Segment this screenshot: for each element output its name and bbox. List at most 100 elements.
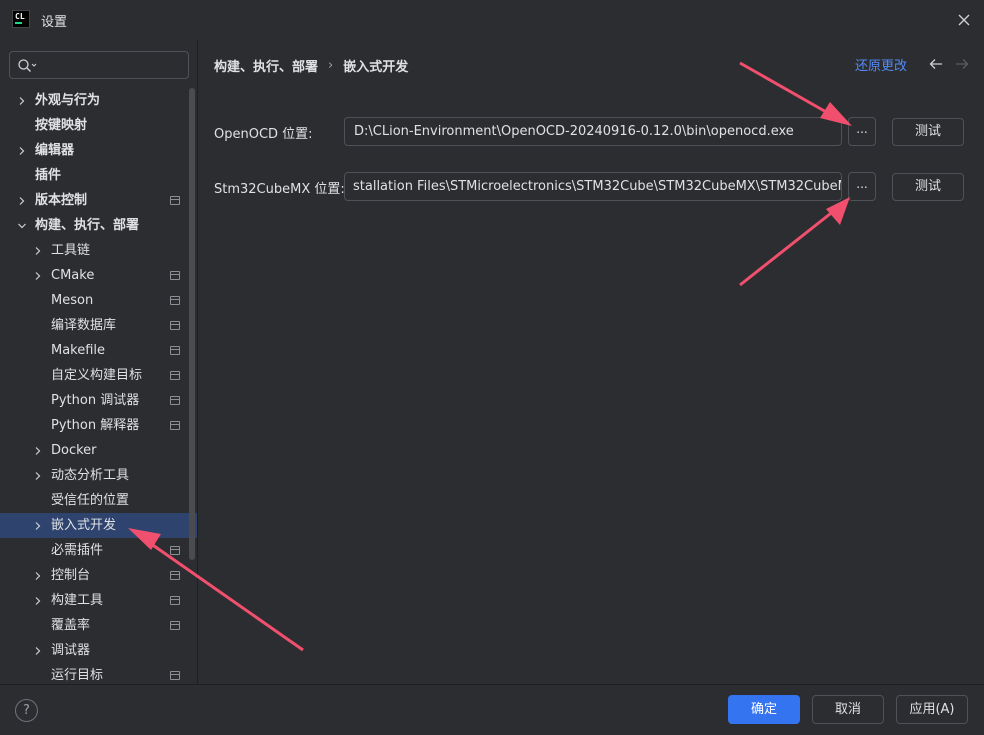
stm32cubemx-browse-button[interactable]: ... xyxy=(848,172,876,201)
chevron-right-icon[interactable] xyxy=(33,521,43,531)
chevron-right-icon[interactable] xyxy=(33,246,43,256)
sidebar-item-label: 编译数据库 xyxy=(51,318,117,333)
chevron-right-icon[interactable] xyxy=(17,96,27,106)
sidebar-item-label: 编辑器 xyxy=(35,143,75,158)
sidebar-item-label: 控制台 xyxy=(51,568,91,583)
sidebar-item-6[interactable]: 工具链 xyxy=(0,238,188,263)
openocd-test-button[interactable]: 测试 xyxy=(892,118,964,146)
sidebar-item-20[interactable]: 构建工具 xyxy=(0,588,188,613)
sidebar-item-16[interactable]: 受信任的位置 xyxy=(0,488,188,513)
stm32cubemx-test-button[interactable]: 测试 xyxy=(892,173,964,201)
help-button[interactable]: ? xyxy=(15,699,38,722)
sidebar-item-18[interactable]: 必需插件 xyxy=(0,538,188,563)
breadcrumb: 构建、执行、部署 › 嵌入式开发 xyxy=(214,56,408,75)
sidebar-item-5[interactable]: 构建、执行、部署 xyxy=(0,213,188,238)
chevron-right-icon[interactable] xyxy=(17,146,27,156)
sidebar-item-label: 覆盖率 xyxy=(51,618,91,633)
sidebar-item-label: 必需插件 xyxy=(51,543,104,558)
chevron-right-icon[interactable] xyxy=(33,571,43,581)
sidebar-item-label: Makefile xyxy=(51,343,106,358)
sidebar-item-label: 构建、执行、部署 xyxy=(35,218,140,233)
reset-changes-link[interactable]: 还原更改 xyxy=(855,55,907,74)
sidebar-item-7-cmake[interactable]: CMake xyxy=(0,263,188,288)
sidebar-item-8-meson[interactable]: Meson xyxy=(0,288,188,313)
back-arrow-icon[interactable] xyxy=(929,58,943,70)
sidebar-scrollbar[interactable] xyxy=(189,88,195,560)
sidebar-item-1[interactable]: 按键映射 xyxy=(0,113,188,138)
project-level-settings-icon xyxy=(170,596,180,605)
chevron-right-icon[interactable] xyxy=(33,646,43,656)
project-level-settings-icon xyxy=(170,546,180,555)
chevron-right-icon[interactable] xyxy=(33,596,43,606)
settings-tree: 外观与行为按键映射编辑器插件版本控制构建、执行、部署工具链 CMake Meson 编… xyxy=(0,88,197,684)
chevron-right-icon[interactable] xyxy=(33,271,43,281)
project-level-settings-icon xyxy=(170,271,180,280)
sidebar-item-0[interactable]: 外观与行为 xyxy=(0,88,188,113)
sidebar-item-14-docker[interactable]: Docker xyxy=(0,438,188,463)
project-level-settings-icon xyxy=(170,371,180,380)
sidebar-item-2[interactable]: 编辑器 xyxy=(0,138,188,163)
close-button[interactable] xyxy=(952,8,976,32)
cancel-button[interactable]: 取消 xyxy=(812,695,884,724)
sidebar-item-4[interactable]: 版本控制 xyxy=(0,188,188,213)
sidebar-item-label: 构建工具 xyxy=(51,593,104,608)
stm32cubemx-path-field[interactable]: stallation Files\STMicroelectronics\STM3… xyxy=(344,172,842,201)
chevron-right-icon[interactable] xyxy=(17,196,27,206)
forward-arrow-icon[interactable] xyxy=(955,58,969,70)
ok-button[interactable]: 确定 xyxy=(728,695,800,724)
sidebar-item-3[interactable]: 插件 xyxy=(0,163,188,188)
sidebar-item-label: CMake xyxy=(51,268,95,283)
project-level-settings-icon xyxy=(170,571,180,580)
sidebar-item-label: 受信任的位置 xyxy=(51,493,130,508)
stm32cubemx-path-value: stallation Files\STMicroelectronics\STM3… xyxy=(353,179,842,194)
sidebar-item-label: Python 调试器 xyxy=(51,393,140,408)
openocd-path-value: D:\CLion-Environment\OpenOCD-20240916-0.… xyxy=(354,124,794,139)
sidebar-item-label: 外观与行为 xyxy=(35,93,101,108)
project-level-settings-icon xyxy=(170,671,180,680)
sidebar-item-21[interactable]: 覆盖率 xyxy=(0,613,188,638)
sidebar-item-22[interactable]: 调试器 xyxy=(0,638,188,663)
breadcrumb-separator: › xyxy=(328,58,334,73)
sidebar-item-10-makefile[interactable]: Makefile xyxy=(0,338,188,363)
search-icon xyxy=(18,59,37,72)
title-bar: CL 设置 xyxy=(0,0,984,40)
project-level-settings-icon xyxy=(170,296,180,305)
settings-sidebar: 外观与行为按键映射编辑器插件版本控制构建、执行、部署工具链 CMake Meson 编… xyxy=(0,40,197,684)
chevron-right-icon[interactable] xyxy=(33,471,43,481)
close-icon xyxy=(958,14,970,26)
sidebar-item-label: 工具链 xyxy=(51,243,91,258)
sidebar-item-9[interactable]: 编译数据库 xyxy=(0,313,188,338)
openocd-location-label: OpenOCD 位置: xyxy=(214,127,313,142)
project-level-settings-icon xyxy=(170,196,180,205)
sidebar-item-label: 自定义构建目标 xyxy=(51,368,143,383)
apply-button[interactable]: 应用(A) xyxy=(896,695,968,724)
sidebar-item-label: 版本控制 xyxy=(35,193,88,208)
openocd-path-field[interactable]: D:\CLion-Environment\OpenOCD-20240916-0.… xyxy=(344,117,842,146)
sidebar-item-label: Docker xyxy=(51,443,97,458)
sidebar-item-label: 运行目标 xyxy=(51,668,104,683)
sidebar-item-label: 嵌入式开发 xyxy=(51,518,117,533)
project-level-settings-icon xyxy=(170,621,180,630)
sidebar-item-label: Python 解释器 xyxy=(51,418,140,433)
openocd-browse-button[interactable]: ... xyxy=(848,117,876,146)
sidebar-item-12-python[interactable]: Python 调试器 xyxy=(0,388,188,413)
window-title: 设置 xyxy=(41,15,68,30)
breadcrumb-parent[interactable]: 构建、执行、部署 xyxy=(214,56,318,75)
project-level-settings-icon xyxy=(170,321,180,330)
sidebar-item-label: Meson xyxy=(51,293,94,308)
dialog-footer: ? 确定 取消 应用(A) xyxy=(0,684,984,735)
chevron-down-icon[interactable] xyxy=(17,221,27,231)
chevron-right-icon[interactable] xyxy=(33,446,43,456)
sidebar-item-19[interactable]: 控制台 xyxy=(0,563,188,588)
sidebar-item-11[interactable]: 自定义构建目标 xyxy=(0,363,188,388)
sidebar-item-17[interactable]: 嵌入式开发 xyxy=(0,513,197,538)
sidebar-item-label: 调试器 xyxy=(51,643,91,658)
project-level-settings-icon xyxy=(170,421,180,430)
breadcrumb-current: 嵌入式开发 xyxy=(343,60,409,75)
sidebar-item-23[interactable]: 运行目标 xyxy=(0,663,188,684)
sidebar-item-13-python[interactable]: Python 解释器 xyxy=(0,413,188,438)
sidebar-item-15[interactable]: 动态分析工具 xyxy=(0,463,188,488)
settings-search-input[interactable] xyxy=(9,51,189,79)
clion-app-icon: CL xyxy=(12,10,30,28)
project-level-settings-icon xyxy=(170,396,180,405)
